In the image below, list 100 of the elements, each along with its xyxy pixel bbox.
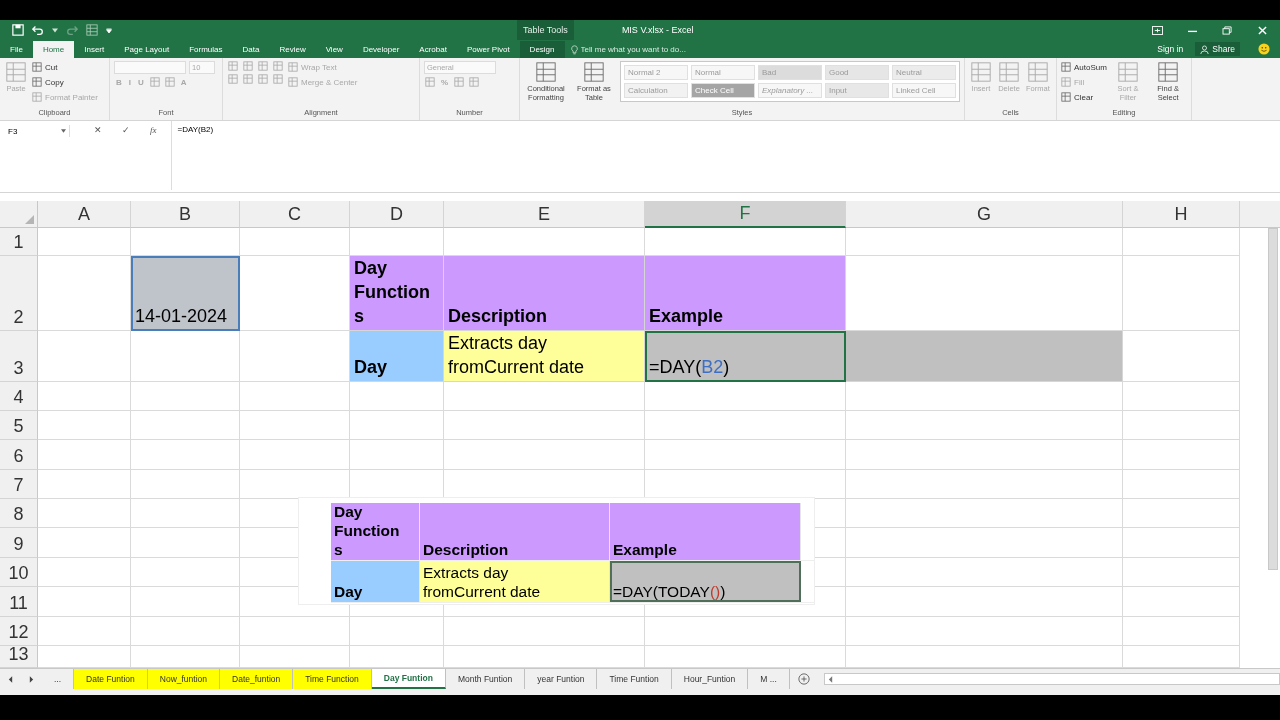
row-header[interactable]: 9 (0, 528, 38, 558)
grid-icon (1061, 77, 1071, 87)
grid-icon (273, 61, 283, 71)
cancel-button[interactable]: ✕ (90, 125, 106, 135)
column-header[interactable]: C (240, 201, 350, 228)
row-header[interactable]: 13 (0, 646, 38, 668)
context-group-label: Table Tools (517, 20, 574, 40)
grid-icon (1157, 61, 1180, 83)
grid-icon (1117, 61, 1139, 83)
customize-icon[interactable] (106, 27, 112, 33)
sheet-tab[interactable]: Now_funtion (147, 669, 221, 689)
share-button[interactable]: Share (1195, 42, 1240, 56)
formula-field[interactable]: =DAY(B2) (170, 121, 1280, 190)
horizontal-scrollbar[interactable] (823, 673, 1280, 685)
sheet-tab[interactable]: Time Function (293, 669, 372, 689)
ribbon-tab[interactable]: Formulas (179, 41, 233, 58)
select-all-button[interactable] (0, 201, 38, 228)
column-header[interactable]: D (350, 201, 444, 228)
row-header[interactable]: 10 (0, 558, 38, 587)
grid-icon (583, 61, 605, 83)
restore-icon[interactable] (1222, 25, 1233, 35)
ribbon-tab[interactable]: Data (232, 41, 270, 58)
grid-icon (32, 62, 42, 72)
row-header[interactable]: 11 (0, 587, 38, 617)
grid-icon (32, 92, 42, 102)
column-header[interactable]: G (846, 201, 1123, 228)
column-header[interactable]: F (645, 201, 846, 228)
window-title: MIS V.xlsx - Excel (621, 25, 695, 35)
ribbon-tab[interactable]: Home (32, 41, 75, 58)
column-header[interactable]: H (1123, 201, 1240, 228)
ribbon-tab[interactable]: Design (519, 41, 565, 58)
row-header[interactable]: 12 (0, 617, 38, 646)
pasted-table-image[interactable]: Day Functions Description Example Day Extracts day fromCurrent date =DAY(TODAY()) (298, 497, 815, 605)
table-cell: Description (444, 256, 645, 331)
row-header[interactable]: 1 (0, 228, 38, 256)
ribbon-tab[interactable]: Power Pivot (456, 41, 520, 58)
ribbon-tab[interactable]: Page Layout (114, 41, 180, 58)
redo-icon[interactable] (66, 24, 78, 36)
row-header[interactable]: 4 (0, 382, 38, 411)
enter-button[interactable]: ✓ (118, 125, 134, 135)
caret-icon[interactable] (52, 27, 58, 33)
row-header[interactable]: 7 (0, 470, 38, 499)
ribbon-tab[interactable]: Developer (352, 41, 410, 58)
add-sheet-icon[interactable] (797, 673, 810, 685)
sheet-tab[interactable]: Date Funtion (74, 669, 148, 689)
row-header[interactable]: 2 (0, 256, 38, 331)
grid-icon (288, 62, 298, 72)
vertical-scrollbar[interactable] (1268, 228, 1278, 570)
row-header[interactable]: 6 (0, 440, 38, 470)
ribbon-button[interactable]: AutoSum (1061, 61, 1107, 73)
ribbon-tab[interactable]: Review (269, 41, 316, 58)
ribbon-tab[interactable]: File (0, 41, 33, 58)
save-icon[interactable] (12, 24, 24, 36)
row-header[interactable]: 5 (0, 411, 38, 440)
grid-icon (243, 61, 253, 71)
grid-icon (469, 77, 480, 87)
insert-function-button[interactable]: fx (146, 125, 161, 135)
close-icon[interactable] (1257, 25, 1268, 35)
table-cell: =DAY(TODAY()) (610, 561, 801, 602)
sheet-tab[interactable]: Day Funtion (371, 669, 446, 689)
ribbon-button[interactable]: Cut (32, 61, 98, 73)
scroll-right-icon[interactable] (29, 675, 34, 683)
ribbon-tab[interactable]: Acrobat (409, 41, 457, 58)
sheet-tab[interactable]: Date_funtion (220, 669, 294, 689)
table-cell: 14-01-2024 (131, 256, 240, 331)
column-header[interactable]: A (38, 201, 131, 228)
scroll-left-icon[interactable] (827, 675, 833, 683)
column-header[interactable]: B (131, 201, 240, 228)
grid-icon (454, 77, 465, 87)
row-header[interactable]: 8 (0, 499, 38, 528)
sign-in-link[interactable]: Sign in (1151, 43, 1190, 55)
table-cell: Day (331, 561, 420, 602)
table-cell: Example (645, 256, 846, 331)
scroll-left-icon[interactable] (8, 675, 13, 683)
name-box[interactable]: F3 (5, 125, 70, 137)
tell-me-field[interactable]: Tell me what you want to do... (580, 45, 731, 54)
smiley-icon[interactable] (1258, 43, 1270, 55)
grid-icon (425, 77, 435, 87)
grid-icon (970, 61, 992, 83)
undo-icon[interactable] (32, 24, 44, 36)
person-icon (1200, 44, 1210, 54)
ribbon-button[interactable]: Clear (1061, 91, 1107, 103)
grid-icon (998, 61, 1020, 83)
ribbon-tab[interactable]: Insert (74, 41, 115, 58)
grid-icon (535, 61, 557, 83)
lightbulb-icon (570, 44, 578, 55)
table-cell: Example (610, 503, 801, 560)
row-header[interactable]: 3 (0, 331, 38, 382)
caret-icon (61, 129, 66, 133)
ribbon-button[interactable]: Copy (32, 76, 98, 88)
grid-icon (164, 77, 175, 87)
grid-icon (32, 77, 42, 87)
grid-icon (228, 74, 238, 84)
grid-icon (5, 61, 27, 83)
column-header[interactable]: E (444, 201, 645, 228)
ribbon-tab[interactable]: View (315, 41, 353, 58)
ribbon-display-icon[interactable] (1152, 25, 1163, 35)
form-icon[interactable] (86, 24, 98, 36)
grid-icon (273, 74, 283, 84)
table-cell: Day Functions (331, 503, 420, 560)
